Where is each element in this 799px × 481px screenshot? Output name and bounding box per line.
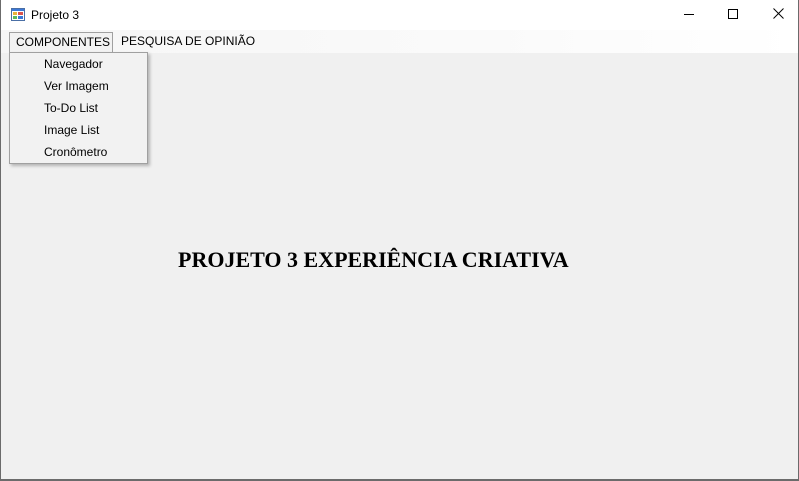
menu-pesquisa-de-opiniao[interactable]: PESQUISA DE OPINIÃO — [115, 32, 261, 52]
main-heading: PROJETO 3 EXPERIÊNCIA CRIATIVA — [178, 247, 569, 272]
title-bar[interactable]: Projeto 3 — [1, 0, 798, 30]
menu-item-navegador[interactable]: Navegador — [44, 53, 103, 75]
close-button[interactable] — [755, 0, 798, 29]
menu-item-ver-imagem[interactable]: Ver Imagem — [44, 75, 109, 97]
menu-bar: COMPONENTES PESQUISA DE OPINIÃO — [1, 30, 798, 53]
windows-form-icon[interactable] — [11, 8, 25, 21]
minimize-icon — [684, 8, 694, 22]
minimize-button[interactable] — [666, 0, 712, 29]
menu-item-image-list[interactable]: Image List — [44, 119, 99, 141]
close-icon — [772, 7, 784, 22]
window-title: Projeto 3 — [31, 8, 80, 22]
menu-componentes[interactable]: COMPONENTES — [9, 32, 113, 52]
maximize-button[interactable] — [710, 0, 756, 29]
menu-item-cronometro[interactable]: Cronômetro — [44, 141, 107, 163]
maximize-icon — [728, 8, 738, 22]
app-window: Projeto 3 COMPONENTES PESQUISA DE OPINIÃ… — [0, 0, 799, 481]
dropdown-image-margin — [10, 53, 34, 163]
window-bottom-border — [1, 479, 798, 480]
componentes-dropdown: Navegador Ver Imagem To-Do List Image Li… — [9, 52, 148, 164]
menu-item-to-do-list[interactable]: To-Do List — [44, 97, 98, 119]
